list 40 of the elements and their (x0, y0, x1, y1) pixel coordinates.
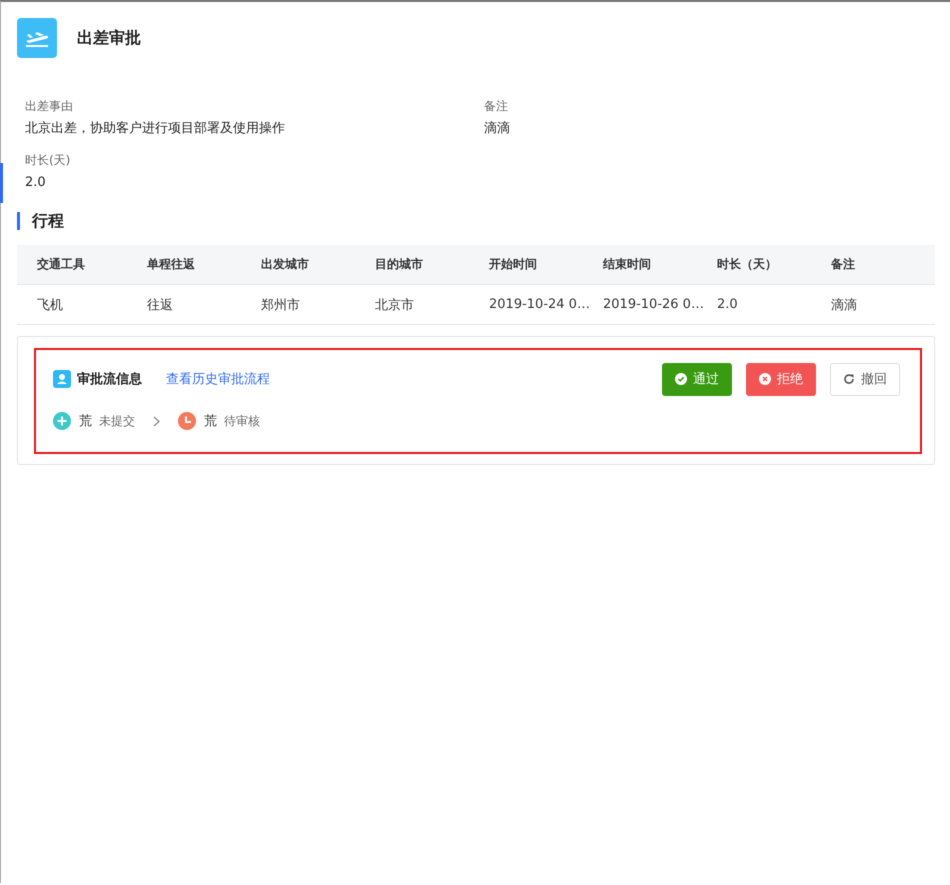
approve-button[interactable]: 通过 (662, 362, 732, 396)
table-cell-text: 滴滴 (831, 296, 858, 314)
side-marker (0, 163, 3, 203)
withdraw-button[interactable]: 撤回 (830, 362, 900, 396)
column-header: 单程往返 (147, 256, 196, 273)
airplane-icon (17, 18, 57, 58)
approval-title: 审批流信息 (77, 370, 142, 388)
step-person: 荒 (204, 413, 217, 430)
field-value: 北京出差，协助客户进行项目部署及使用操作 (25, 120, 286, 138)
column-header: 备注 (831, 256, 856, 273)
step-status: 未提交 (99, 412, 135, 430)
table-cell-text: 往返 (147, 296, 174, 314)
table-cell-text: 2019-10-24 0… (489, 297, 591, 312)
refresh-icon (843, 373, 855, 385)
table-cell-text: 北京市 (375, 296, 415, 314)
field-value: 滴滴 (484, 120, 511, 138)
user-icon (53, 370, 71, 388)
reject-button[interactable]: 拒绝 (746, 362, 816, 396)
chevron-icon (153, 416, 160, 426)
column-header: 时长（天） (717, 256, 778, 273)
column-header: 结束时间 (603, 256, 652, 273)
field-label: 备注 (484, 98, 509, 114)
column-header: 开始时间 (489, 256, 538, 273)
column-header: 目的城市 (375, 256, 424, 273)
table-cell-text: 2.0 (717, 297, 739, 312)
step-status: 待审核 (224, 412, 260, 430)
table-cell-text: 郑州市 (261, 296, 301, 314)
page-title: 出差审批 (77, 28, 141, 48)
history-link[interactable]: 查看历史审批流程 (166, 370, 270, 388)
step-person: 荒 (79, 413, 92, 430)
check-circle-icon (675, 373, 687, 385)
field-value: 2.0 (25, 174, 47, 192)
column-header: 交通工具 (37, 256, 86, 273)
section-title: 行程 (17, 212, 935, 230)
field-label: 时长(天) (25, 152, 72, 168)
field-label: 出差事由 (25, 98, 74, 114)
table-cell-text: 2019-10-26 0… (603, 297, 705, 312)
x-circle-icon (759, 373, 771, 385)
column-header: 出发城市 (261, 256, 310, 273)
table-cell-text: 飞机 (37, 296, 64, 314)
